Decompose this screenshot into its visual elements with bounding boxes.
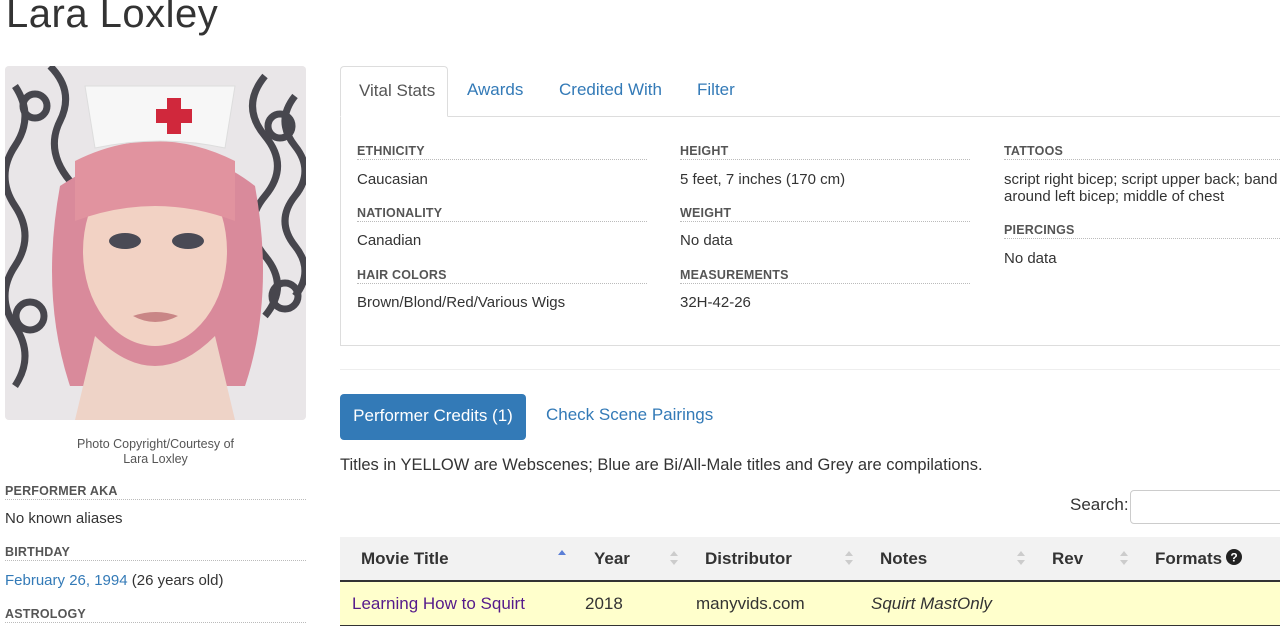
sort-icon[interactable] [1017, 550, 1025, 566]
tab-vital-stats[interactable]: Vital Stats [340, 66, 448, 117]
tab-awards[interactable]: Awards [449, 66, 541, 116]
check-scene-pairings-link[interactable]: Check Scene Pairings [546, 405, 713, 425]
vital-stats-panel: ETHNICITY Caucasian NATIONALITY Canadian… [340, 116, 1280, 346]
page-title: Lara Loxley [6, 0, 219, 36]
aka-value: No known aliases [5, 510, 123, 527]
birthday-age: (26 years old) [127, 572, 224, 589]
ethnicity-label: ETHNICITY [357, 144, 647, 160]
photo-caption: Photo Copyright/Courtesy of Lara Loxley [5, 437, 306, 467]
column-distributor[interactable]: Distributor [705, 537, 792, 580]
ethnicity-value: Caucasian [357, 171, 428, 188]
hair-colors-label: HAIR COLORS [357, 268, 647, 284]
sort-icon[interactable] [670, 550, 678, 566]
birthday-label: BIRTHDAY [5, 545, 306, 561]
nationality-value: Canadian [357, 232, 422, 249]
astrology-label: ASTROLOGY [5, 607, 306, 623]
table-row: Learning How to Squirt 2018 manyvids.com… [340, 582, 1280, 626]
height-label: HEIGHT [680, 144, 970, 160]
search-label: Search: [1070, 495, 1129, 514]
svg-text:?: ? [1230, 551, 1237, 565]
sort-icon[interactable] [1120, 550, 1128, 566]
sort-icon[interactable] [845, 550, 853, 566]
tattoos-value: script right bicep; script upper back; b… [1004, 171, 1277, 205]
birthday-value: February 26, 1994 (26 years old) [5, 572, 223, 589]
tab-filter[interactable]: Filter [679, 66, 753, 116]
aka-label: PERFORMER AKA [5, 484, 306, 500]
movie-title-link[interactable]: Learning How to Squirt [352, 582, 525, 625]
column-movie-title[interactable]: Movie Title [361, 537, 449, 580]
nationality-label: NATIONALITY [357, 206, 647, 222]
column-rev[interactable]: Rev [1052, 537, 1083, 580]
credits-legend: Titles in YELLOW are Webscenes; Blue are… [340, 456, 983, 474]
piercings-value: No data [1004, 250, 1057, 267]
measurements-value: 32H-42-26 [680, 294, 751, 311]
column-year[interactable]: Year [594, 537, 630, 580]
column-formats-label: Formats [1155, 549, 1223, 568]
stats-tabs: Vital Stats Awards Credited With Filter [340, 66, 1280, 117]
hair-colors-value: Brown/Blond/Red/Various Wigs [357, 294, 566, 311]
tattoos-line: around left bicep; middle of chest [1004, 188, 1225, 205]
help-icon[interactable]: ? [1226, 538, 1243, 581]
photo-caption-line: Lara Loxley [123, 452, 188, 466]
weight-value: No data [680, 232, 733, 249]
piercings-label: PIERCINGS [1004, 223, 1280, 239]
tattoos-line: script right bicep; script upper back; b… [1004, 171, 1278, 188]
column-formats[interactable]: Formats? [1155, 537, 1243, 581]
section-divider [340, 369, 1280, 370]
distributor-link[interactable]: manyvids.com [696, 582, 805, 625]
birthday-date-link[interactable]: February 26, 1994 [5, 572, 128, 589]
weight-label: WEIGHT [680, 206, 970, 222]
performer-photo [5, 66, 306, 420]
sort-asc-icon[interactable] [558, 550, 566, 566]
tab-credited-with[interactable]: Credited With [541, 66, 680, 116]
search-input[interactable] [1130, 490, 1280, 524]
movie-year: 2018 [585, 594, 623, 613]
column-notes[interactable]: Notes [880, 537, 927, 580]
photo-caption-line: Photo Copyright/Courtesy of [76, 437, 235, 451]
movie-notes: Squirt MastOnly [871, 594, 992, 613]
height-value: 5 feet, 7 inches (170 cm) [680, 171, 846, 188]
performer-credits-button[interactable]: Performer Credits (1) [340, 394, 526, 440]
tattoos-label: TATTOOS [1004, 144, 1280, 160]
measurements-label: MEASUREMENTS [680, 268, 970, 284]
table-header: Movie Title Year Distributor Notes Rev F… [340, 537, 1280, 582]
